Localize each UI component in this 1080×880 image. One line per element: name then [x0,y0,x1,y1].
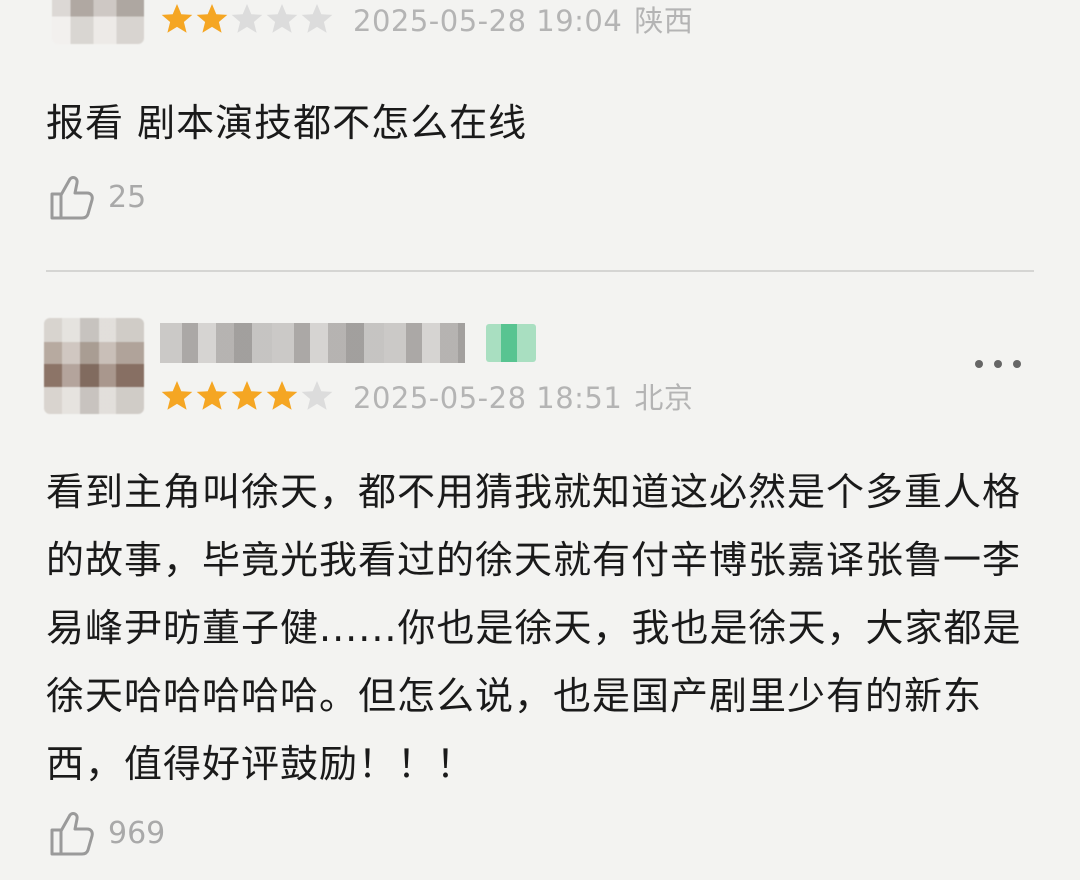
star-icon [231,4,263,33]
avatar[interactable] [44,318,144,414]
review-date: 2025-05-28 18:51 [353,381,623,415]
username-blurred[interactable] [160,323,465,363]
star-icon [196,381,228,410]
review-date: 2025-05-28 19:04 [353,4,623,38]
star-icon [231,381,263,410]
like-button[interactable]: 25 [48,172,146,222]
review-location: 北京 [634,381,694,415]
thumbs-up-icon [50,812,94,856]
star-icon [161,381,193,410]
like-button[interactable]: 969 [48,808,165,858]
review-date-location: 2025-05-28 19:04 陕西 [353,0,693,40]
divider [46,270,1034,272]
star-icon [161,4,193,33]
star-icon [266,381,298,410]
review-list: 2025-05-28 19:04 陕西 报看 剧本演技都不怎么在线 25 2025… [0,0,1080,880]
star-icon [196,4,228,33]
review-text: 报看 剧本演技都不怎么在线 [46,101,528,145]
review-location: 陕西 [634,4,694,38]
rating-stars [160,2,335,36]
star-icon [301,381,333,410]
like-count: 969 [108,815,166,851]
user-badge-icon [486,324,536,362]
review-meta: 2025-05-28 19:04 陕西 [160,0,693,39]
review-date-location: 2025-05-28 18:51 北京 [353,375,693,417]
more-dots-icon[interactable] [975,354,1021,374]
avatar[interactable] [52,0,144,44]
like-count: 25 [108,179,147,215]
star-icon [301,4,333,33]
review-text: 看到主角叫徐天，都不用猜我就知道这必然是个多重人格的故事，毕竟光我看过的徐天就有… [46,470,1022,786]
rating-stars [160,379,335,413]
star-icon [266,4,298,33]
review-meta: 2025-05-28 18:51 北京 [160,376,693,416]
thumbs-up-icon [50,176,94,220]
